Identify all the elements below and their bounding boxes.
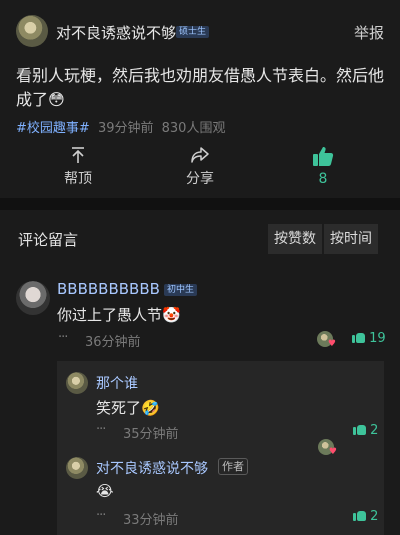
reply-text: 笑死了🤣 [96,399,160,417]
reply-avatar[interactable] [66,457,88,479]
post-author-name[interactable]: 对不良诱惑说不够 [56,22,176,43]
more-options-icon[interactable]: ··· [96,508,106,523]
author-badge: 硕士生 [176,26,210,38]
comment-time: 36分钟前 [85,335,141,350]
reply-like-button[interactable]: 2 [353,423,378,438]
post-content: 看别人玩梗，然后我也劝朋友借愚人节表白。然后他成了😳 [16,66,385,109]
share-button[interactable]: 分享 [176,146,224,188]
up-arrow-icon [72,147,84,163]
like-count: 8 [318,171,328,187]
section-divider [0,198,400,210]
liker-avatar: ♥ [318,439,337,457]
report-button[interactable]: 举报 [354,22,384,43]
thumbs-up-icon [352,331,365,343]
top-button[interactable]: 帮顶 [52,146,104,188]
heart-icon: ♥ [328,447,337,457]
author-tag: 作者 [218,458,248,475]
reply-author-name[interactable]: 对不良诱惑说不够 [96,458,208,478]
comment-like-count: 19 [369,331,386,346]
thumbs-up-icon [353,509,366,521]
reply-author-name[interactable]: 那个谁 [96,373,138,393]
reply-time: 33分钟前 [123,513,179,528]
thumbs-up-icon [313,147,334,166]
heart-icon: ♥ [327,339,336,349]
reply-avatar[interactable] [66,372,88,394]
sort-by-likes-button[interactable]: 按赞数 [268,224,322,254]
more-options-icon[interactable]: ··· [96,422,106,437]
comment-text: 你过上了愚人节🤡 [57,306,181,324]
comment-author-name[interactable]: BBBBBBBBBB [57,280,160,298]
commenter-avatar[interactable] [16,281,50,315]
post-views: 830人围观 [161,121,226,136]
reply-like-button[interactable]: 2 [353,509,378,524]
reply-like-count: 2 [370,509,379,524]
post-meta: #校园趣事# 39分钟前 830人围观 [16,117,225,136]
commenter-badge: 初中生 [164,284,198,296]
post-time: 39分钟前 [97,121,154,136]
reply-text: 😭 [96,482,114,500]
liker-avatar: ♥ [317,331,336,349]
reply-time: 35分钟前 [123,427,179,442]
more-options-icon[interactable]: ··· [58,330,68,345]
share-icon [191,147,209,163]
comments-title: 评论留言 [18,231,79,249]
thumbs-up-icon [353,423,366,435]
top-label: 帮顶 [64,171,92,187]
author-avatar[interactable] [16,15,48,47]
sort-by-time-button[interactable]: 按时间 [324,224,378,254]
comment-like-button[interactable]: 19 [352,331,386,346]
reply-like-count: 2 [370,423,379,438]
topic-tag[interactable]: #校园趣事# [16,121,90,136]
like-button[interactable]: 8 [300,145,346,187]
share-label: 分享 [186,171,214,187]
